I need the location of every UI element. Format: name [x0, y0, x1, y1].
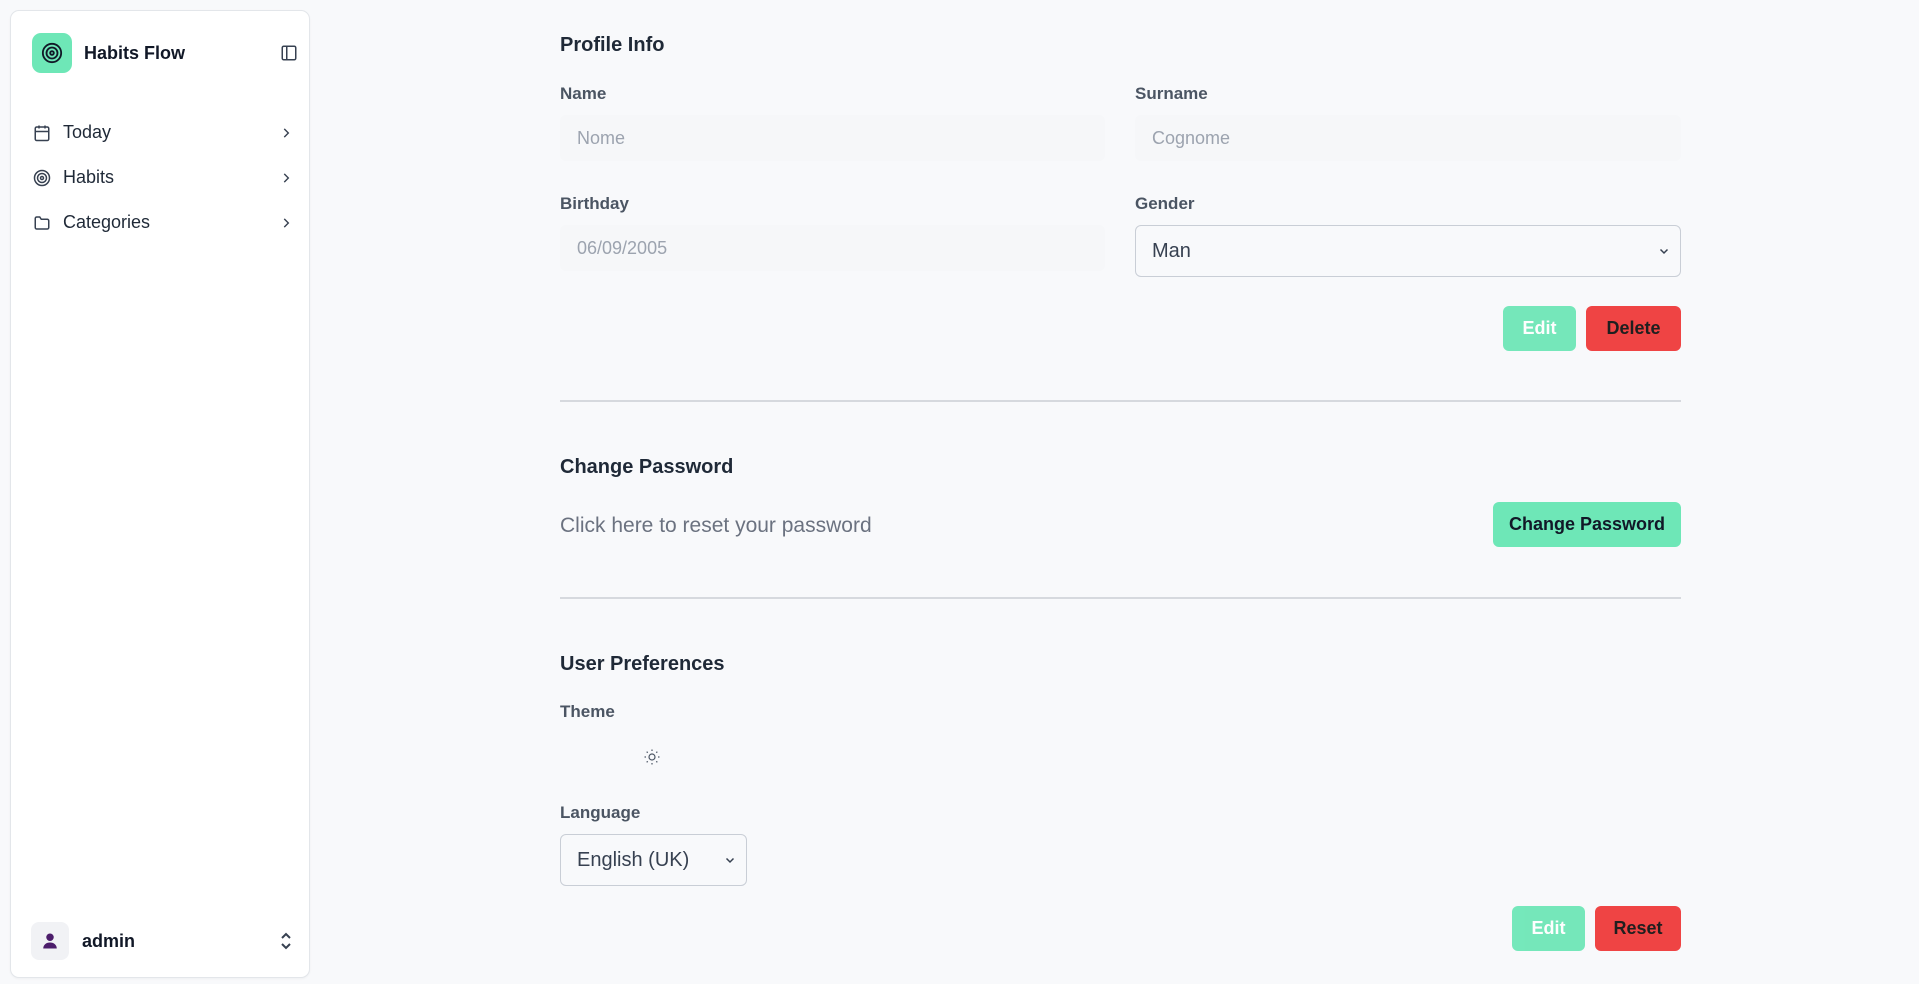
birthday-label: Birthday: [560, 194, 629, 213]
name-label: Name: [560, 84, 607, 103]
sidebar: Habits Flow Today Habits Categories admi…: [10, 10, 310, 978]
password-section-title: Change Password: [560, 456, 734, 478]
user-menu[interactable]: admin: [31, 919, 303, 963]
sidebar-item-label: Categories: [63, 212, 151, 232]
gender-label: Gender: [1135, 194, 1195, 213]
sidebar-item-habits[interactable]: Habits: [31, 155, 303, 200]
chevron-down-icon: [1658, 245, 1670, 257]
surname-label: Surname: [1135, 84, 1208, 103]
brand: Habits Flow: [32, 32, 301, 74]
language-select-value: English (UK): [577, 848, 690, 871]
folder-icon: [32, 213, 52, 233]
name-input[interactable]: [560, 115, 1105, 161]
profile-edit-button[interactable]: Edit: [1503, 306, 1576, 351]
chevron-right-icon: [279, 125, 295, 141]
profile-delete-button[interactable]: Delete: [1586, 306, 1681, 351]
theme-label: Theme: [560, 702, 615, 721]
chevron-right-icon: [279, 170, 295, 186]
change-password-button[interactable]: Change Password: [1493, 502, 1681, 547]
language-select[interactable]: English (UK): [560, 834, 747, 886]
section-divider: [560, 597, 1681, 599]
birthday-input[interactable]: [560, 225, 1105, 271]
preferences-reset-button[interactable]: Reset: [1595, 906, 1681, 951]
language-label: Language: [560, 803, 641, 822]
app-root: Habits Flow Today Habits Categories admi…: [0, 0, 1919, 984]
profile-section-title: Profile Info: [560, 34, 665, 56]
chevron-right-icon: [279, 215, 295, 231]
gender-select-value: Man: [1152, 239, 1191, 262]
sidebar-item-label: Today: [63, 122, 112, 142]
section-divider: [560, 400, 1681, 402]
user-icon: [31, 922, 69, 960]
gender-select[interactable]: Man: [1135, 225, 1681, 277]
app-name: Habits Flow: [84, 42, 186, 63]
sidebar-item-today[interactable]: Today: [31, 110, 303, 155]
preferences-section-title: User Preferences: [560, 653, 725, 675]
sidebar-item-categories[interactable]: Categories: [31, 200, 303, 245]
sidebar-nav: Today Habits Categories: [31, 110, 303, 245]
username: admin: [82, 930, 136, 951]
target-icon: [32, 168, 52, 188]
preferences-edit-button[interactable]: Edit: [1512, 906, 1585, 951]
target-logo-icon: [32, 33, 72, 73]
calendar-icon: [32, 123, 52, 143]
sidebar-toggle-icon[interactable]: [277, 41, 301, 65]
chevron-up-down-icon: [279, 931, 295, 951]
sun-icon[interactable]: [640, 745, 664, 769]
chevron-down-icon: [724, 854, 736, 866]
sidebar-item-label: Habits: [63, 167, 115, 187]
password-helper-text: Click here to reset your password: [560, 514, 872, 537]
surname-input[interactable]: [1135, 115, 1681, 161]
